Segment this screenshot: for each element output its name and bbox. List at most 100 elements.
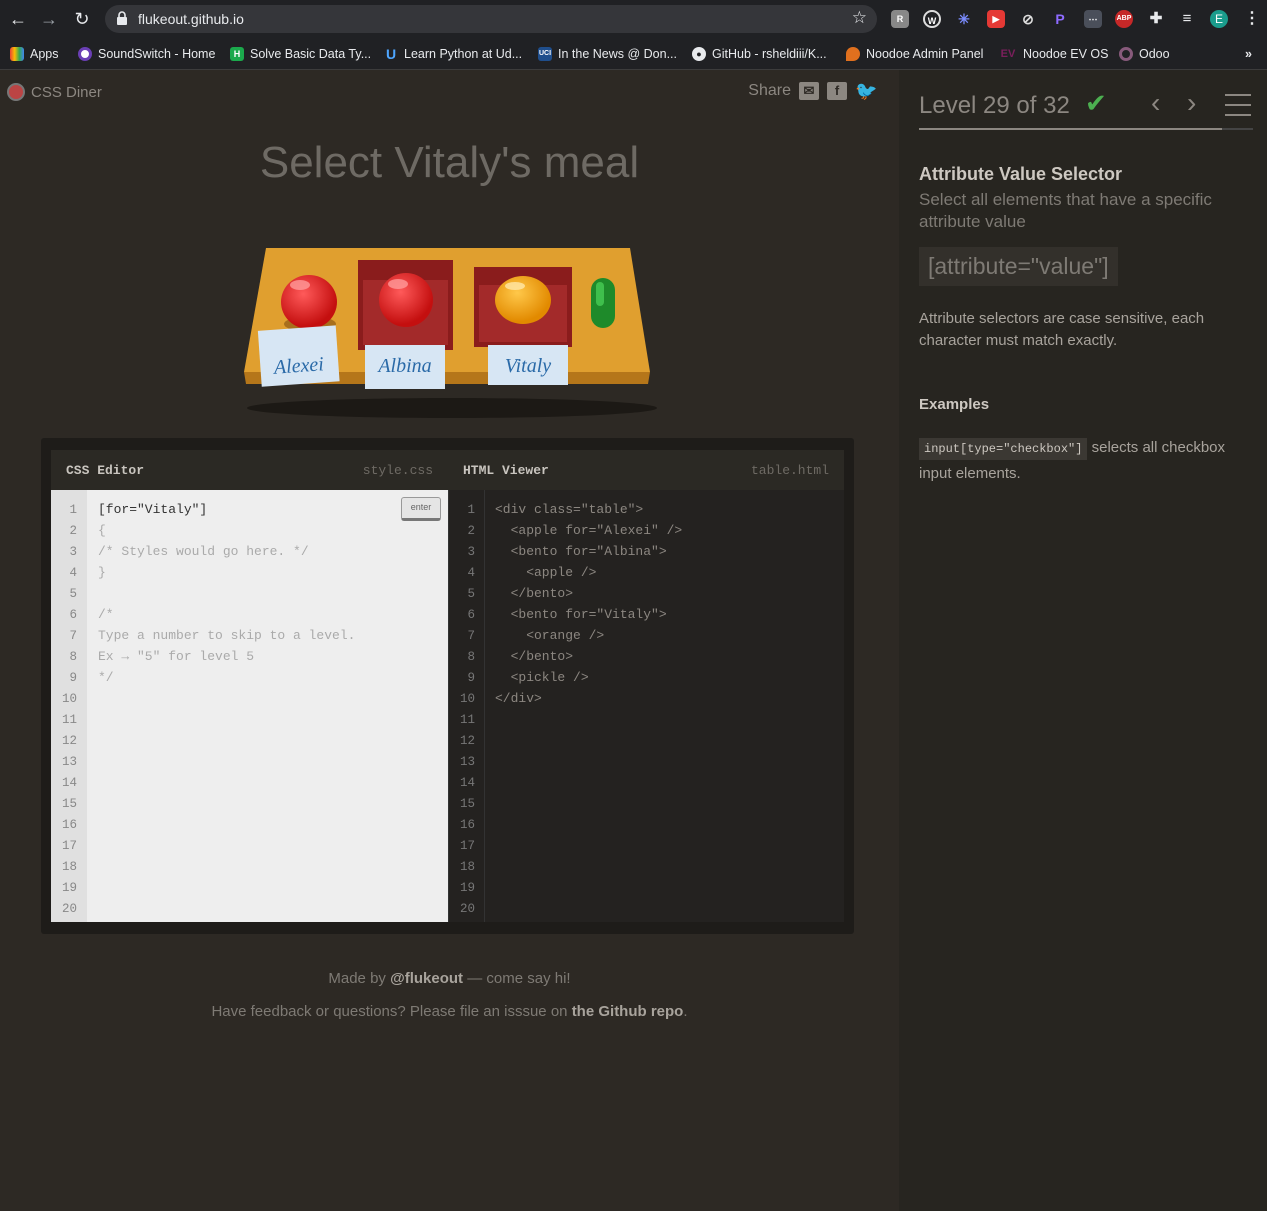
twitter-icon[interactable]: 🐦 [855,82,877,100]
html-code-line[interactable]: <div class="table"> [495,502,643,517]
line-number: 2 [69,524,77,538]
bookmark-github[interactable]: ● GitHub - rsheldiii/K... [692,44,827,64]
css-code-line: Ex → "5" for level 5 [98,649,255,664]
level-indicator[interactable]: Level 29 of 32 [919,92,1070,120]
lock-icon [117,11,127,25]
level-instruction: Select Vitaly's meal [259,138,640,187]
pickle[interactable] [591,278,615,328]
line-number: 16 [61,818,77,832]
bookmark-uci[interactable]: UCI In the News @ Don... [538,44,677,64]
line-number: 2 [467,524,475,538]
bento-vitaly[interactable] [474,267,572,347]
footer-credit: Made by @flukeout — come say hi! [328,970,571,987]
html-code-line[interactable]: <bento for="Vitaly"> [495,607,667,622]
bookmark-noodoe-ev[interactable]: EV Noodoe EV OS [999,44,1109,64]
line-number: 10 [459,692,475,706]
reload-icon[interactable]: ↻ [71,8,93,30]
previous-level-icon[interactable]: ‹ [1151,87,1160,119]
html-code-line[interactable]: <orange /> [495,628,604,643]
soundswitch-icon [78,47,92,61]
line-number: 15 [459,797,475,811]
line-number: 1 [467,503,475,517]
line-number: 4 [467,566,475,580]
html-code-line[interactable]: <apple for="Alexei" /> [495,523,683,538]
back-arrow-icon[interactable]: ← [7,8,29,30]
html-code-line[interactable]: </bento> [495,586,573,601]
dining-table: Alexei Albina Vitaly [244,248,657,418]
plate-name-albina: Albina [376,355,431,377]
bookmark-udemy[interactable]: U Learn Python at Ud... [384,44,522,64]
css-pane-file: style.css [362,462,433,478]
extension-w-icon[interactable]: W [923,10,941,28]
line-number: 14 [61,776,77,790]
html-code-line[interactable]: <bento for="Albina"> [495,544,667,559]
extension-p-icon[interactable]: P [1051,10,1069,28]
bookmark-apps[interactable]: Apps [10,44,59,64]
line-number: 11 [459,713,475,727]
line-number: 19 [459,881,475,895]
level-sidebar: Level 29 of 32 ✔ ‹ › Attribute Value Sel… [899,70,1267,1211]
table-shadow [247,398,657,418]
udemy-icon: U [385,46,397,62]
flukeout-link[interactable]: @flukeout [390,970,463,987]
bookmark-odoo[interactable]: Odoo [1119,44,1170,64]
html-code-line[interactable]: </div> [495,691,542,706]
line-number: 15 [61,797,77,811]
share-bar: Share ✉ f 🐦 [748,82,877,100]
email-icon[interactable]: ✉ [799,82,819,100]
enter-button[interactable]: enter [401,497,441,521]
html-code-line[interactable]: <pickle /> [495,670,589,685]
selector-name: Attribute Value Selector [919,164,1123,184]
css-code-line: } [98,565,106,580]
bookmarks-overflow[interactable]: » [1245,44,1252,64]
logo[interactable]: CSS Diner [7,83,102,101]
url-text: flukeout.github.io [138,11,244,27]
css-selector-input[interactable]: [for="Vitaly"] [98,502,207,517]
forward-arrow-icon[interactable]: → [38,8,60,30]
game-area: CSS Diner Share ✉ f 🐦 Select Vitaly's me… [0,70,899,1211]
line-number: 3 [69,545,77,559]
bento-albina[interactable] [358,260,453,350]
bookmark-soundswitch[interactable]: SoundSwitch - Home [78,44,215,64]
css-pane-header: CSS Editor style.css [51,450,448,490]
profile-avatar[interactable]: E [1210,10,1228,28]
extension-react-icon[interactable]: ✳ [955,10,973,28]
line-number: 3 [467,545,475,559]
extension-block-icon[interactable]: ⊘ [1019,10,1037,28]
chrome-menu-icon[interactable]: ⋮ [1243,10,1261,28]
adblock-icon[interactable]: ABP [1115,10,1133,28]
css-line-gutter: 1 2 3 4 5 6 7 8 9 10 11 12 13 14 15 16 1… [51,490,87,922]
uci-icon: UCI [538,47,552,61]
level-menu-icon[interactable] [1225,94,1251,116]
line-number: 8 [69,650,77,664]
bookmark-hackerrank[interactable]: H Solve Basic Data Ty... [230,44,371,64]
bookmark-star-icon[interactable]: ☆ [852,8,867,28]
css-code-line: Type a number to skip to a level. [98,628,356,643]
line-number: 13 [459,755,475,769]
line-number: 5 [467,587,475,601]
reading-list-icon[interactable]: ≡ [1178,10,1196,28]
css-code-line: /* [98,607,114,622]
selector-syntax: [attribute="value"] [919,247,1118,286]
github-repo-link[interactable]: the Github repo [572,1003,684,1020]
extensions-puzzle-icon[interactable]: ✚ [1147,10,1165,28]
html-code-line[interactable]: <apple /> [495,565,596,580]
share-label: Share [748,82,791,99]
extension-r-icon[interactable]: R [891,10,909,28]
html-viewer: 1 2 3 4 5 6 7 8 9 10 11 12 13 14 15 16 1… [448,490,844,922]
extension-dots-icon[interactable]: ⋯ [1084,10,1102,28]
html-code-line[interactable]: </bento> [495,649,573,664]
line-number: 11 [61,713,77,727]
ev-icon: EV [1000,48,1016,60]
address-bar[interactable]: flukeout.github.io ☆ [105,5,877,33]
css-pane-title: CSS Editor [66,462,145,478]
bookmark-noodoe-admin[interactable]: Noodoe Admin Panel [846,44,983,64]
html-line-gutter: 1 2 3 4 5 6 7 8 9 10 11 12 13 14 15 16 1… [449,490,485,922]
facebook-icon[interactable]: f [827,82,847,100]
level-progress-fill [919,128,1222,130]
line-number: 17 [61,839,77,853]
hackerrank-icon: H [230,47,244,61]
next-level-icon[interactable]: › [1187,87,1196,119]
apple-alexei[interactable] [281,275,337,332]
extension-youtube-icon[interactable]: ▶ [987,10,1005,28]
